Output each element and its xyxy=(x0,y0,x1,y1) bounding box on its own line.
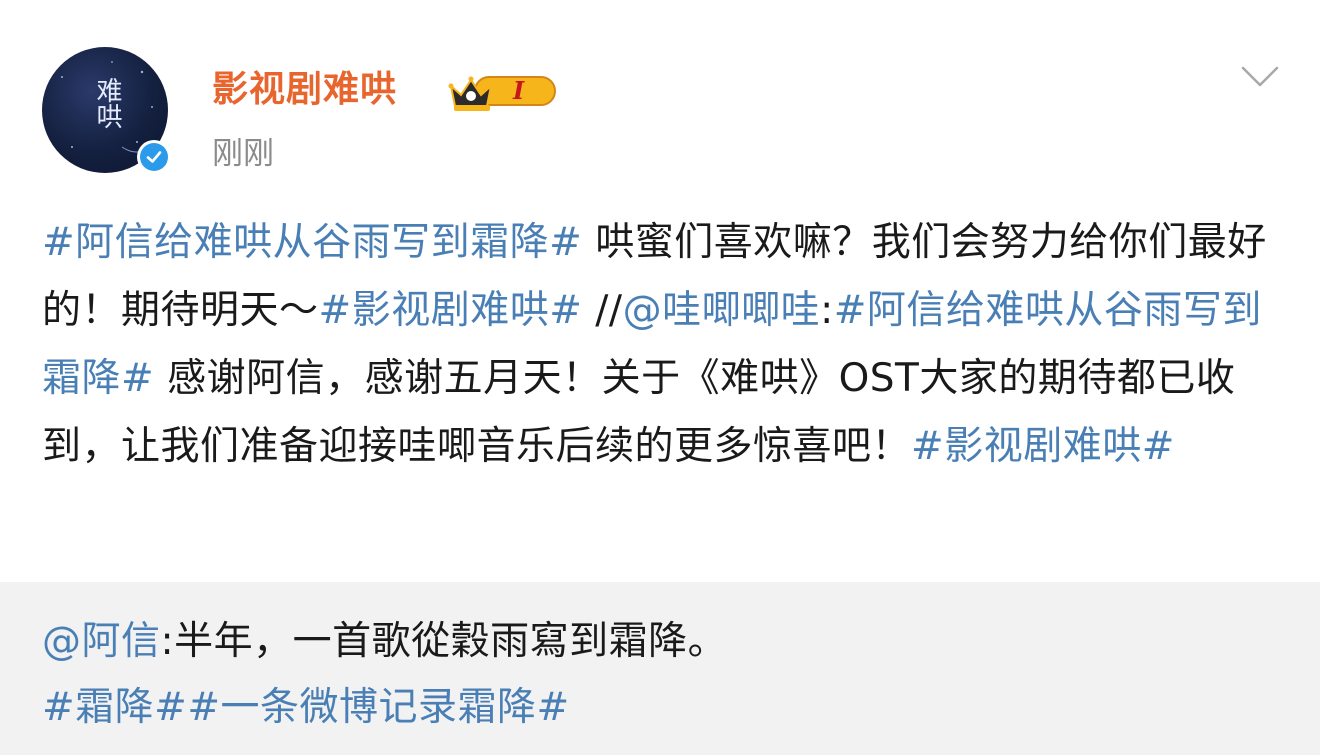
username[interactable]: 影视剧难哄 xyxy=(212,66,397,114)
topic-link[interactable]: #影视剧难哄# xyxy=(911,424,1175,469)
badge-level: I xyxy=(513,76,525,105)
repost-body: :半年，一首歌從穀雨寫到霜降。 xyxy=(160,619,728,664)
post-text: : xyxy=(820,288,834,333)
post-timestamp: 刚刚 xyxy=(212,136,274,172)
avatar-logo-text: 难哄 xyxy=(92,77,122,129)
repost-text: @阿信:半年，一首歌從穀雨寫到霜降。 #霜降##一条微博记录霜降# xyxy=(42,609,1292,741)
topic-link[interactable]: #霜降# xyxy=(42,685,187,730)
mention-link[interactable]: @阿信 xyxy=(42,619,161,664)
weibo-post: 难哄 影视剧难哄 I 刚刚 #阿信给难哄从谷雨写到霜降# 哄蜜们喜欢嘛？我们会努… xyxy=(0,0,1320,582)
topic-link[interactable]: #影视剧难哄# xyxy=(319,288,583,333)
mention-link[interactable]: @哇唧唧哇 xyxy=(623,288,821,333)
topic-link[interactable]: #一条微博记录霜降# xyxy=(187,685,569,730)
avatar[interactable]: 难哄 xyxy=(42,47,171,175)
post-content: #阿信给难哄从谷雨写到霜降# 哄蜜们喜欢嘛？我们会努力给你们最好的！期待明天～#… xyxy=(42,209,1292,481)
crown-badge-icon[interactable]: I xyxy=(447,68,561,114)
verified-badge xyxy=(137,140,171,174)
repost-separator: // xyxy=(582,288,623,333)
chevron-down-icon[interactable] xyxy=(1240,64,1280,90)
verified-icon xyxy=(140,143,168,171)
topic-link[interactable]: #阿信给难哄从谷雨写到霜降# xyxy=(42,220,582,265)
